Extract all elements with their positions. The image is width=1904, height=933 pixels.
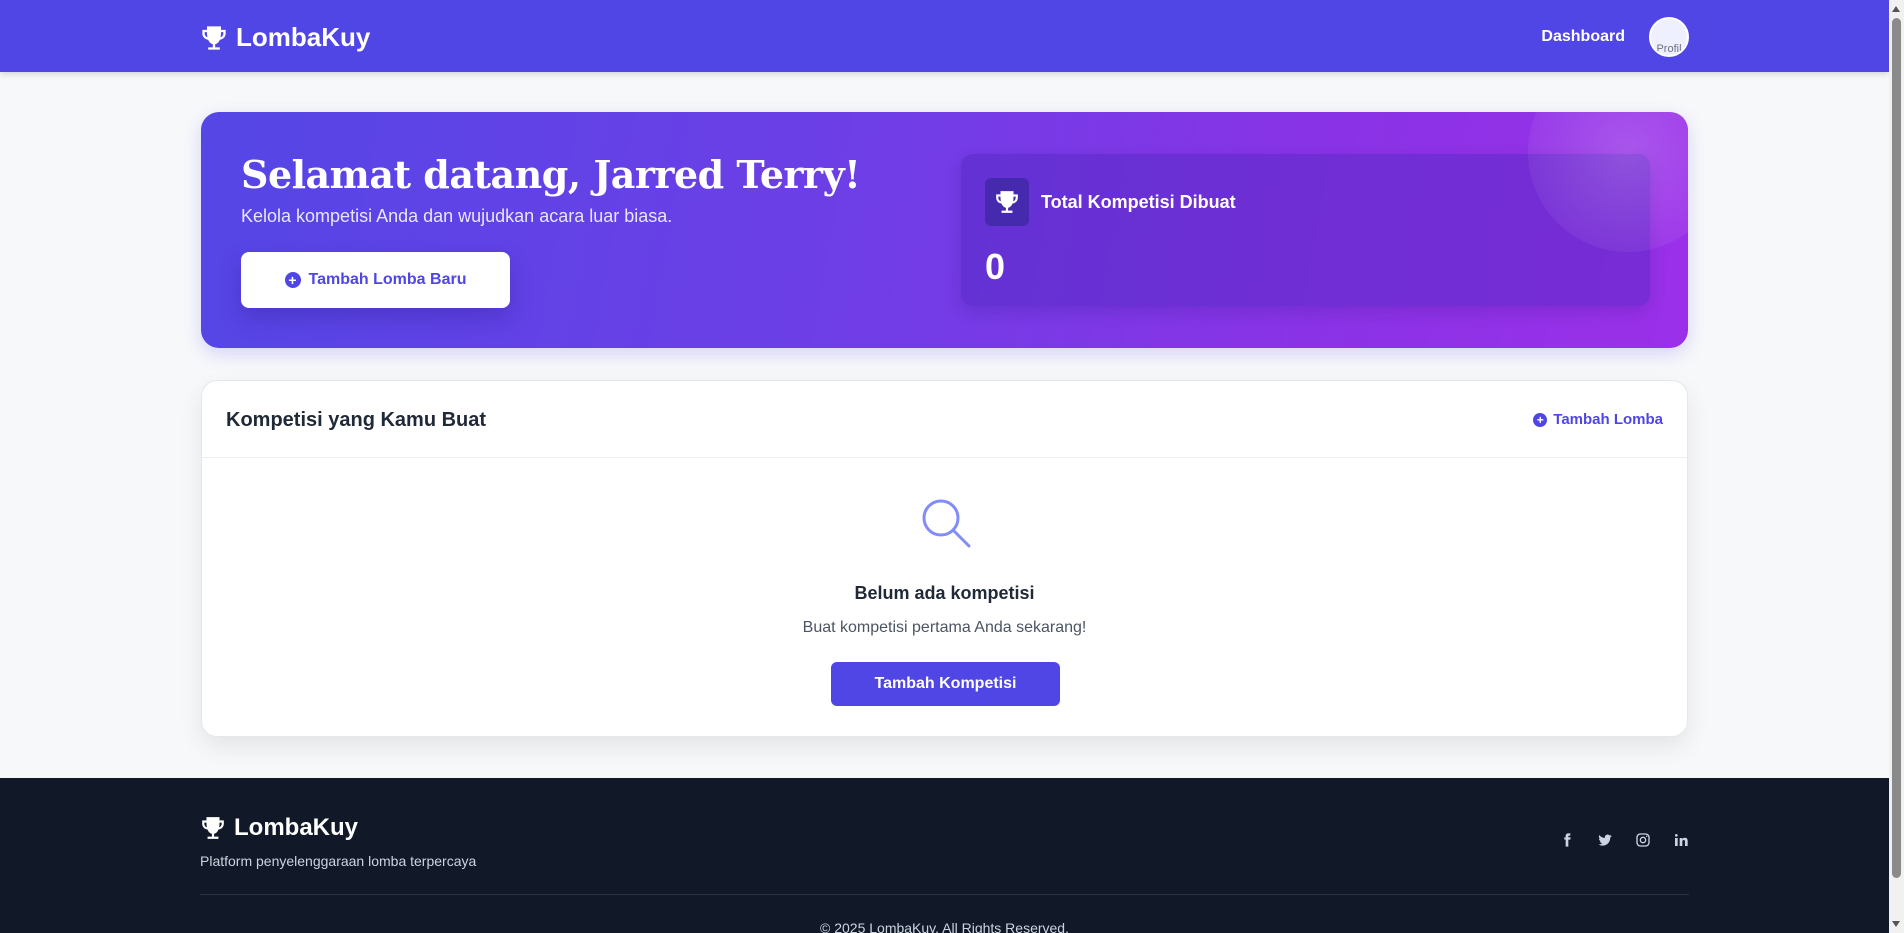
trophy-icon	[985, 178, 1029, 226]
stat-value: 0	[985, 246, 1006, 287]
copyright: © 2025 LombaKuy. All Rights Reserved.	[820, 920, 1069, 933]
footer-brand-name: LombaKuy	[234, 814, 359, 841]
competitions-header: Kompetisi yang Kamu Buat + Tambah Lomba	[202, 381, 1687, 458]
plus-circle-icon: +	[1533, 412, 1548, 427]
brand-logo[interactable]: LombaKuy	[200, 22, 370, 53]
social-links	[1559, 832, 1689, 848]
competitions-card: Kompetisi yang Kamu Buat + Tambah Lomba …	[201, 380, 1688, 737]
scroll-down-arrow-icon[interactable]	[1892, 921, 1900, 927]
navbar: LombaKuy Dashboard Profil	[0, 0, 1889, 72]
scroll-thumb[interactable]	[1892, 18, 1901, 878]
facebook-icon[interactable]	[1559, 832, 1575, 848]
add-competition-button-label: Tambah Lomba Baru	[308, 271, 467, 288]
footer-tagline: Platform penyelenggaraan lomba terpercay…	[200, 853, 477, 869]
scroll-up-arrow-icon[interactable]	[1892, 6, 1900, 12]
welcome-subtitle: Kelola kompetisi Anda dan wujudkan acara…	[241, 206, 673, 226]
nav-link-dashboard[interactable]: Dashboard	[1541, 28, 1625, 46]
linkedin-icon[interactable]	[1673, 832, 1689, 848]
empty-state-title: Belum ada kompetisi	[854, 583, 1035, 603]
welcome-title: Selamat datang, Jarred Terry!	[241, 152, 861, 197]
brand-name: LombaKuy	[236, 22, 371, 52]
add-competition-button[interactable]: + Tambah Lomba Baru	[241, 252, 510, 308]
avatar[interactable]: Profil	[1649, 17, 1689, 57]
stat-label: Total Kompetisi Dibuat	[1041, 192, 1236, 212]
trophy-icon	[202, 25, 226, 50]
stat-card-total-competitions: Total Kompetisi Dibuat 0	[961, 154, 1650, 306]
empty-state-subtitle: Buat kompetisi pertama Anda sekarang!	[802, 619, 1087, 636]
footer: LombaKuy Platform penyelenggaraan lomba …	[0, 778, 1889, 933]
search-icon	[922, 499, 971, 548]
create-competition-button[interactable]: Tambah Kompetisi	[831, 662, 1060, 706]
footer-divider	[200, 894, 1689, 895]
trophy-icon	[202, 817, 224, 839]
twitter-icon[interactable]	[1597, 832, 1613, 848]
avatar-alt-text: Profil	[1656, 43, 1682, 55]
plus-circle-icon: +	[284, 272, 301, 288]
page-scrollbar[interactable]	[1889, 0, 1904, 933]
competitions-title: Kompetisi yang Kamu Buat	[226, 409, 487, 431]
instagram-icon[interactable]	[1635, 832, 1651, 848]
add-competition-link[interactable]: + Tambah Lomba	[1533, 411, 1663, 428]
add-competition-link-label: Tambah Lomba	[1553, 411, 1663, 428]
welcome-banner: Selamat datang, Jarred Terry! Kelola kom…	[201, 112, 1688, 348]
footer-brand[interactable]: LombaKuy	[200, 814, 358, 842]
